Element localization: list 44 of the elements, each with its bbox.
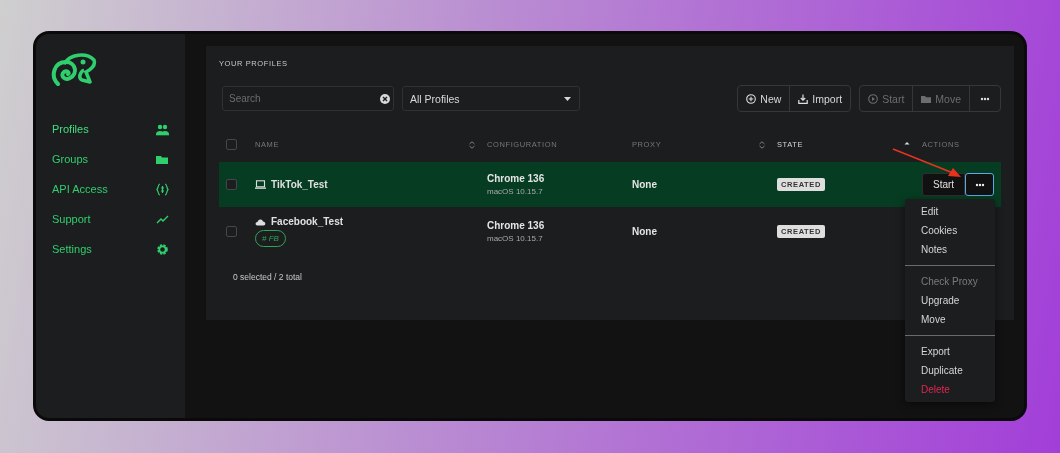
caret-icon [564,96,571,101]
proxy-value: None [632,179,658,190]
sidebar-item[interactable]: Profiles [36,114,185,144]
menu-item[interactable]: Export [905,342,995,361]
row-checkbox[interactable] [226,226,237,237]
sidebar-item[interactable]: API Access [36,174,185,204]
menu-item[interactable]: Duplicate [905,361,995,380]
menu-item[interactable]: Move [905,310,995,329]
browser-version: Chrome 136 [487,220,546,231]
selection-count: 0 selected / 2 total [232,271,302,282]
more-button[interactable] [965,173,995,196]
plus-circle-icon [746,93,757,104]
select-all-checkbox[interactable] [226,139,237,150]
cloud-icon [255,217,266,226]
menu-item[interactable]: Cookies [905,221,995,240]
sidebar-item[interactable]: Groups [36,144,185,174]
braces-icon [156,182,169,196]
sidebar-item[interactable]: Support [36,204,185,234]
download-icon [798,93,809,104]
people-icon [156,122,169,136]
profile-filter-dropdown[interactable]: All Profiles [402,86,580,111]
play-circle-icon [868,93,879,104]
os-version: macOS 10.15.7 [487,234,544,243]
toolbar-button[interactable]: New [738,86,790,111]
menu-item[interactable]: Notes [905,240,995,259]
proxy-value: None [632,226,658,237]
laptop-icon [255,180,266,189]
menu-item[interactable]: Upgrade [905,291,995,310]
sort-icon [469,140,475,149]
start-button[interactable]: Start [922,173,966,196]
search-field[interactable]: Search [222,86,394,111]
menu-item[interactable]: Delete [905,380,995,399]
os-version: macOS 10.15.7 [487,187,544,196]
arrow-annotation [891,146,963,180]
profile-name: TikTok_Test [271,179,328,190]
profile-name: Facebook_Test [271,216,344,227]
toolbar-button[interactable]: Import [789,86,851,111]
sort-icon [759,140,765,149]
gear-icon [156,242,169,256]
sidebar-item[interactable]: Settings [36,234,185,264]
row-checkbox[interactable] [226,179,237,190]
clear-icon [380,93,390,104]
folder-icon [921,93,932,104]
browser-version: Chrome 136 [487,173,546,184]
